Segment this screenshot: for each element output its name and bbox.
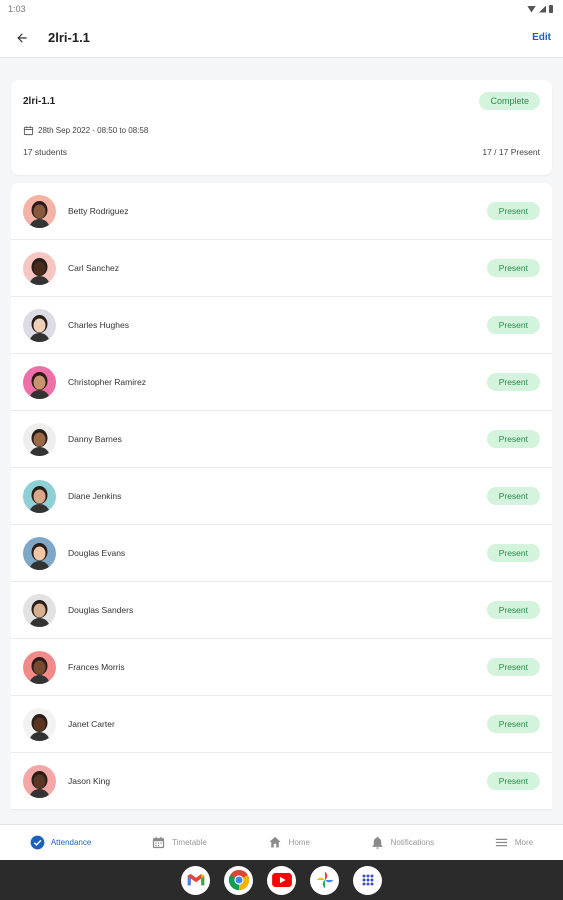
- student-name: Jason King: [68, 776, 111, 786]
- attendance-status-badge[interactable]: Present: [486, 544, 540, 562]
- attendance-status-badge[interactable]: Present: [486, 316, 540, 334]
- battery-icon: [549, 5, 553, 13]
- person-icon: [29, 713, 50, 741]
- person-icon: [29, 428, 50, 456]
- class-name: 2lri-1.1: [23, 95, 56, 107]
- student-name: Janet Carter: [68, 719, 115, 729]
- attendance-status-badge[interactable]: Present: [486, 430, 540, 448]
- student-name: Carl Sanchez: [68, 263, 120, 273]
- student-avatar: [23, 536, 56, 570]
- student-row[interactable]: Christopher Ramirez Present: [11, 354, 552, 411]
- student-avatar: [23, 251, 56, 285]
- student-row[interactable]: Danny Barnes Present: [11, 411, 552, 468]
- nav-label: More: [514, 838, 534, 847]
- person-icon: [29, 371, 50, 399]
- student-avatar: [23, 422, 56, 456]
- status-bar: 1:03: [0, 0, 563, 18]
- student-row[interactable]: Douglas Sanders Present: [11, 582, 552, 639]
- app-bar: 2lri-1.1 Edit: [0, 18, 563, 58]
- wifi-icon: [527, 5, 536, 13]
- arrow-left-icon: [17, 32, 27, 43]
- student-row[interactable]: Douglas Evans Present: [11, 525, 552, 582]
- session-date-time: 28th Sep 2022 - 08:50 to 08:58: [38, 126, 149, 135]
- nav-timetable[interactable]: Timetable: [151, 835, 207, 850]
- person-icon: [29, 200, 50, 228]
- person-icon: [29, 656, 50, 684]
- student-avatar: [23, 764, 56, 798]
- home-icon: [268, 836, 281, 848]
- bottom-navigation: Attendance Timetable Home Notifications …: [0, 824, 563, 860]
- calendar-icon: [23, 126, 34, 136]
- student-row[interactable]: Jason King Present: [11, 753, 552, 810]
- nav-more[interactable]: More: [494, 835, 533, 850]
- student-avatar: [23, 479, 56, 513]
- back-button[interactable]: [12, 28, 32, 48]
- student-row[interactable]: Diane Jenkins Present: [11, 468, 552, 525]
- student-row[interactable]: Janet Carter Present: [11, 696, 552, 753]
- app-drawer-icon[interactable]: [353, 865, 382, 895]
- attendance-status-badge[interactable]: Present: [486, 715, 540, 733]
- student-avatar: [23, 365, 56, 399]
- person-icon: [29, 257, 50, 285]
- student-name: Danny Barnes: [68, 434, 122, 444]
- present-summary: 17 / 17 Present: [482, 147, 540, 157]
- check-circle-icon: [30, 835, 45, 850]
- student-row[interactable]: Frances Morris Present: [11, 639, 552, 696]
- student-name: Frances Morris: [68, 662, 125, 672]
- nav-label: Attendance: [50, 838, 92, 847]
- person-icon: [29, 599, 50, 627]
- student-avatar: [23, 707, 56, 741]
- nav-label: Timetable: [172, 838, 207, 847]
- system-dock: [0, 860, 563, 900]
- person-icon: [29, 314, 50, 342]
- person-icon: [29, 485, 50, 513]
- student-name: Christopher Ramirez: [68, 377, 146, 387]
- student-name: Charles Hughes: [68, 320, 129, 330]
- signal-icon: [539, 5, 546, 13]
- gmail-icon[interactable]: [181, 865, 210, 895]
- student-name: Douglas Evans: [68, 548, 126, 558]
- student-name: Douglas Sanders: [68, 605, 134, 615]
- person-icon: [29, 770, 50, 798]
- student-row[interactable]: Betty Rodriguez Present: [11, 183, 552, 240]
- status-icons: [527, 5, 553, 13]
- student-name: Betty Rodriguez: [68, 206, 129, 216]
- students-count: 17 students: [23, 147, 67, 157]
- attendance-status-badge[interactable]: Present: [486, 373, 540, 391]
- bell-icon: [372, 836, 383, 849]
- student-list: Betty Rodriguez Present Carl Sanchez Presen…: [11, 183, 552, 810]
- nav-label: Notifications: [390, 838, 435, 847]
- edit-button[interactable]: Edit: [532, 32, 551, 43]
- attendance-status-badge[interactable]: Present: [486, 487, 540, 505]
- student-avatar: [23, 650, 56, 684]
- nav-label: Home: [288, 838, 310, 847]
- nav-attendance[interactable]: Attendance: [30, 835, 91, 850]
- menu-icon: [495, 838, 508, 847]
- person-icon: [29, 542, 50, 570]
- attendance-status-badge[interactable]: Present: [486, 601, 540, 619]
- attendance-status-badge[interactable]: Present: [486, 202, 540, 220]
- calendar-icon: [152, 836, 165, 849]
- nav-notifications[interactable]: Notifications: [370, 835, 435, 850]
- attendance-status-badge[interactable]: Present: [486, 259, 540, 277]
- student-avatar: [23, 194, 56, 228]
- student-avatar: [23, 593, 56, 627]
- student-name: Diane Jenkins: [68, 491, 122, 501]
- student-avatar: [23, 308, 56, 342]
- student-row[interactable]: Carl Sanchez Present: [11, 240, 552, 297]
- photos-icon[interactable]: [310, 865, 339, 895]
- attendance-summary-card: 2lri-1.1 Complete 28th Sep 2022 - 08:50 …: [11, 80, 552, 175]
- youtube-icon[interactable]: [267, 865, 296, 895]
- nav-home[interactable]: Home: [267, 835, 310, 850]
- attendance-status-badge[interactable]: Present: [486, 658, 540, 676]
- page-title: 2lri-1.1: [48, 30, 90, 45]
- status-time: 1:03: [8, 4, 26, 14]
- student-row[interactable]: Charles Hughes Present: [11, 297, 552, 354]
- main-content[interactable]: 2lri-1.1 Complete 28th Sep 2022 - 08:50 …: [0, 58, 563, 824]
- attendance-status-badge[interactable]: Present: [486, 772, 540, 790]
- chrome-icon[interactable]: [224, 865, 253, 895]
- status-badge: Complete: [479, 92, 540, 110]
